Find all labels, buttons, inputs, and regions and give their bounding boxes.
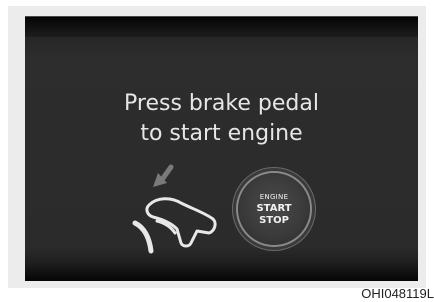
display-top-edge	[25, 17, 418, 37]
start-label: START	[256, 203, 292, 214]
warning-message: Press brake pedal to start engine	[25, 89, 418, 149]
message-line-2: to start engine	[140, 121, 303, 146]
display-bottom-edge	[25, 263, 418, 281]
press-arrow-icon	[153, 164, 174, 187]
engine-start-stop-icon: ENGINE START STOP	[238, 173, 310, 245]
cluster-display: Press brake pedal to start engine ENGINE…	[25, 16, 418, 281]
stop-label: STOP	[259, 215, 289, 226]
engine-label: ENGINE	[259, 193, 289, 201]
brake-pedal-foot-icon	[132, 164, 217, 254]
message-line-1: Press brake pedal	[124, 91, 319, 116]
figure-code: OHI048119L	[361, 286, 434, 301]
